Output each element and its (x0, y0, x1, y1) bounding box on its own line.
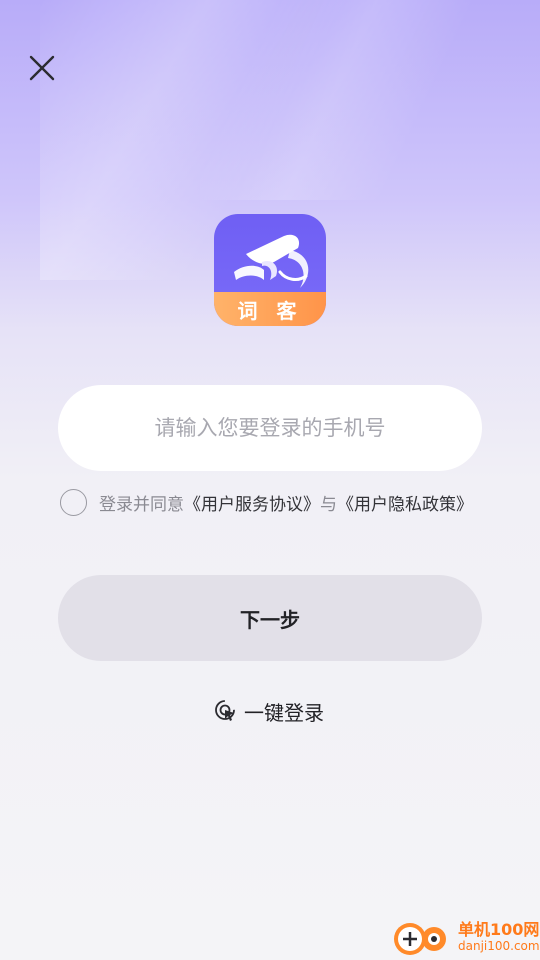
quick-login-button[interactable]: 一键登录 (214, 696, 324, 726)
quick-login-label: 一键登录 (244, 700, 324, 725)
logo-text: 词 客 (237, 299, 303, 323)
agreement-and: 与 (320, 494, 337, 515)
touch-icon (215, 700, 235, 721)
watermark: 单机100网 danji100.com (390, 915, 540, 959)
watermark-url: danji100.com (458, 939, 540, 953)
privacy-policy-link[interactable]: 《用户隐私政策》 (337, 490, 473, 515)
background-sheen-secondary (200, 0, 500, 200)
watermark-logo (394, 923, 446, 955)
close-icon (29, 55, 55, 81)
agreement-row: 登录并同意 《用户服务协议》 与 《用户隐私政策》 (60, 488, 473, 516)
close-button[interactable] (24, 50, 60, 86)
app-logo: 词 客 (214, 214, 326, 326)
agreement-checkbox[interactable] (60, 488, 87, 516)
phone-input[interactable] (58, 385, 482, 471)
watermark-title: 单机100网 (458, 920, 540, 939)
next-button[interactable]: 下一步 (58, 575, 482, 661)
watermark-text: 单机100网 danji100.com (458, 920, 540, 954)
service-agreement-link[interactable]: 《用户服务协议》 (184, 490, 320, 515)
agreement-prefix: 登录并同意 (99, 494, 184, 515)
